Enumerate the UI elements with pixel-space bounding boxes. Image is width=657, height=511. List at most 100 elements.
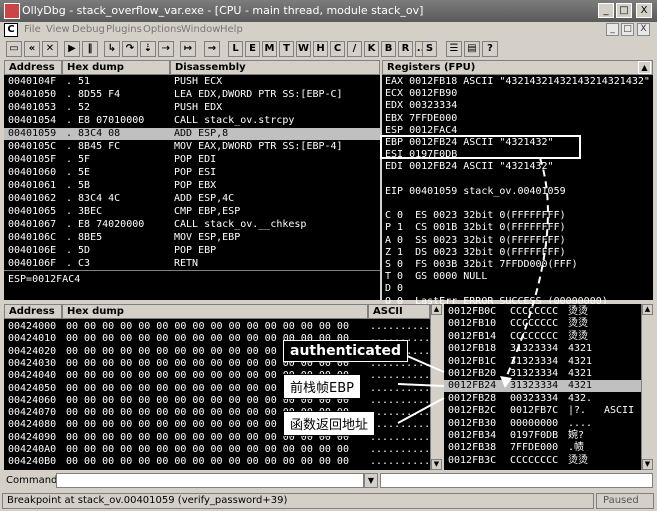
stack-row[interactable]: 0012FB18 31323334 4321 bbox=[444, 343, 641, 355]
restart-icon[interactable]: « bbox=[24, 41, 40, 57]
stack-row[interactable]: 0012FB28 00323334 432. bbox=[444, 393, 641, 405]
command-input[interactable] bbox=[56, 473, 364, 488]
menu-window[interactable]: Window bbox=[181, 24, 220, 35]
toolbar-log-button[interactable]: L bbox=[228, 41, 243, 57]
pause-icon[interactable]: ‖ bbox=[82, 41, 98, 57]
stack-row[interactable]: 0012FB1C 31323334 4321 bbox=[444, 356, 641, 368]
register-line[interactable]: EIP 00401059 stack_ov.00401059 bbox=[385, 186, 566, 198]
toolbar-threads-button[interactable]: T bbox=[279, 41, 294, 57]
stack-row[interactable]: 0012FB24 31323334 4321 bbox=[444, 380, 641, 393]
scroll-down-icon[interactable]: ▼ bbox=[431, 459, 442, 470]
disasm-row[interactable]: 00401061 . 5B POP EBX bbox=[4, 180, 380, 192]
appearance-icon[interactable]: ☰ bbox=[446, 41, 462, 57]
toolbar-patches-button[interactable]: / bbox=[347, 41, 362, 57]
disasm-header-disassembly[interactable]: Disassembly bbox=[170, 60, 380, 75]
cpu-window-icon[interactable]: C bbox=[4, 23, 18, 37]
maximize-button[interactable]: □ bbox=[616, 3, 632, 18]
disasm-row[interactable]: 00401053 . 52 PUSH EDX bbox=[4, 102, 380, 114]
menu-file[interactable]: File bbox=[24, 24, 41, 35]
stack-scrollbar[interactable]: ▲ ▼ bbox=[641, 304, 654, 470]
register-line[interactable]: Z 1 DS 0023 32bit 0(FFFFFFFF) bbox=[385, 247, 566, 259]
disasm-row[interactable]: 00401060 . 5E POP ESI bbox=[4, 167, 380, 179]
disasm-row[interactable]: 00401065 . 3BEC CMP EBP,ESP bbox=[4, 206, 380, 218]
toolbar-references-button[interactable]: R bbox=[398, 41, 413, 57]
dump-header-ascii[interactable]: ASCII bbox=[368, 304, 430, 319]
stack-row[interactable]: 0012FB20 31323334 4321 bbox=[444, 368, 641, 380]
stack-row[interactable]: 0012FB30 00000000.... bbox=[444, 418, 641, 430]
stack-row[interactable]: 0012FB14 CCCCCCCC 烫烫 bbox=[444, 331, 641, 343]
register-line[interactable]: C 0 ES 0023 32bit 0(FFFFFFFF) bbox=[385, 210, 566, 222]
mdi-minimize-button[interactable]: _ bbox=[606, 23, 619, 36]
toolbar-windows-button[interactable]: W bbox=[296, 41, 311, 57]
dump-row[interactable]: 00424050 00 00 00 00 00 00 00 00 00 00 00… bbox=[4, 383, 466, 395]
disasm-row[interactable]: 00401054 . E8 07010000 CALL stack_ov.strcp… bbox=[4, 115, 380, 127]
registers-header[interactable]: Registers (FPU) bbox=[382, 60, 653, 75]
disasm-header-hex[interactable]: Hex dump bbox=[62, 60, 170, 75]
toolbar-handles-button[interactable]: H bbox=[313, 41, 328, 57]
register-line[interactable]: ESI 0197F0DB bbox=[385, 149, 457, 161]
register-line[interactable]: S 0 FS 003B 32bit 7FFDD000(FFF) bbox=[385, 259, 578, 271]
title-bar[interactable]: OllyDbg - stack_overflow_var.exe - [CPU … bbox=[0, 0, 657, 22]
dump-row[interactable]: 004240A0 00 00 00 00 00 00 00 00 00 00 00… bbox=[4, 444, 466, 456]
help-icon[interactable]: ? bbox=[482, 41, 498, 57]
dump-row[interactable]: 00424040 00 00 00 00 00 00 00 00 00 00 00… bbox=[4, 370, 466, 382]
dump-scrollbar[interactable]: ▲ ▼ bbox=[430, 304, 443, 470]
menu-view[interactable]: View bbox=[46, 24, 70, 35]
step-into-icon[interactable]: ↳ bbox=[104, 41, 120, 57]
stack-scroll-up-icon[interactable]: ▲ bbox=[642, 304, 653, 315]
register-line[interactable]: EDX 00323334 bbox=[385, 100, 457, 112]
stack-scroll-down-icon[interactable]: ▼ bbox=[642, 459, 653, 470]
register-line[interactable]: T 0 GS 0000 NULL bbox=[385, 271, 487, 283]
disassembly-pane[interactable]: Address Hex dump Disassembly 0040104F . 5… bbox=[4, 60, 380, 300]
register-line[interactable]: ECX 0012FB90 bbox=[385, 88, 457, 100]
minimize-button[interactable]: _ bbox=[598, 3, 614, 18]
trace-over-icon[interactable]: ⇢ bbox=[158, 41, 174, 57]
trace-into-icon[interactable]: ⇣ bbox=[140, 41, 156, 57]
scroll-up-icon[interactable]: ▲ bbox=[431, 304, 442, 315]
registers-scroll-arrow-icon[interactable]: ▲ bbox=[638, 61, 651, 74]
execute-till-return-icon[interactable]: ↦ bbox=[180, 41, 196, 57]
stack-row[interactable]: 0012FB38 7FFDE000 .帻 bbox=[444, 442, 641, 454]
toolbar-modules-button[interactable]: E bbox=[245, 41, 260, 57]
stack-list[interactable]: 0012FB0C CCCCCCCC 烫烫 0012FB10 CCCCCCCC 烫烫 0012… bbox=[444, 306, 641, 470]
disasm-row[interactable]: 0040105C . 8B45 FC MOV EAX,DWORD PTR SS:[E… bbox=[4, 141, 380, 153]
go-to-icon[interactable]: → bbox=[204, 41, 220, 57]
menu-options[interactable]: Options bbox=[143, 24, 182, 35]
stack-row[interactable]: 0012FB2C 0012FB7C |?. ASCII bbox=[444, 405, 641, 417]
disasm-row[interactable]: 0040104F . 51 PUSH ECX bbox=[4, 76, 380, 88]
stack-row[interactable]: 0012FB0C CCCCCCCC 烫烫 bbox=[444, 306, 641, 318]
open-icon[interactable]: ▭ bbox=[6, 41, 22, 57]
register-line[interactable]: EDI 0012FB24 ASCII "4321432" bbox=[385, 161, 554, 173]
register-list[interactable]: EAX 0012FB18 ASCII "43214321432143214321… bbox=[385, 76, 651, 307]
disasm-row[interactable]: 0040106C . 8BE5 MOV ESP,EBP bbox=[4, 232, 380, 244]
close-button[interactable]: X bbox=[636, 3, 652, 18]
run-icon[interactable]: ▶ bbox=[64, 41, 80, 57]
disasm-row[interactable]: 0040106E . 5D POP EBP bbox=[4, 245, 380, 257]
menu-debug[interactable]: Debug bbox=[72, 24, 105, 35]
toolbar-callstack-button[interactable]: K bbox=[364, 41, 379, 57]
disasm-row[interactable]: 00401050 . 8D55 F4 LEA EDX,DWORD PTR SS:[E… bbox=[4, 89, 380, 101]
register-line[interactable]: A 0 SS 0023 32bit 0(FFFFFFFF) bbox=[385, 235, 566, 247]
stack-row[interactable]: 0012FB3C CCCCCCCC 烫烫 bbox=[444, 455, 641, 467]
dump-header-hex[interactable]: Hex dump bbox=[62, 304, 368, 319]
disasm-header-address[interactable]: Address bbox=[4, 60, 62, 75]
register-line[interactable]: D 0 bbox=[385, 283, 403, 295]
command-dropdown-icon[interactable]: ▼ bbox=[364, 473, 378, 488]
register-line[interactable]: ESP 0012FAC4 bbox=[385, 125, 457, 137]
toolbar-breakpoints-button[interactable]: B bbox=[381, 41, 396, 57]
close-program-icon[interactable]: ✕ bbox=[42, 41, 58, 57]
disasm-row[interactable]: 00401067 . E8 74020000 CALL stack_ov.__chk… bbox=[4, 219, 380, 231]
disasm-row[interactable]: 0040106F . C3 RETN bbox=[4, 258, 380, 270]
stack-pane[interactable]: 0012FB0C CCCCCCCC 烫烫 0012FB10 CCCCCCCC 烫烫 0012… bbox=[444, 304, 654, 470]
menu-plugins[interactable]: Plugins bbox=[106, 24, 142, 35]
stack-row[interactable]: 0012FB34 0197F0DB 婉? bbox=[444, 430, 641, 442]
dump-pane[interactable]: Address Hex dump ASCII 00424000 00 00 00 … bbox=[4, 304, 466, 470]
disasm-row[interactable]: 00401062 . 83C4 4C ADD ESP,4C bbox=[4, 193, 380, 205]
registers-pane[interactable]: Registers (FPU) ▲ EAX 0012FB18 ASCII "43… bbox=[382, 60, 653, 307]
toolbar-cpu-button[interactable]: C bbox=[330, 41, 345, 57]
toolbar-source-button[interactable]: S bbox=[422, 41, 437, 57]
disasm-row[interactable]: 0040105F . 5F POP EDI bbox=[4, 154, 380, 166]
register-line[interactable]: EBP 0012FB24 ASCII "4321432" bbox=[385, 137, 554, 149]
mdi-restore-button[interactable]: □ bbox=[621, 23, 634, 36]
dump-row[interactable]: 00424000 00 00 00 00 00 00 00 00 00 00 00… bbox=[4, 321, 466, 333]
